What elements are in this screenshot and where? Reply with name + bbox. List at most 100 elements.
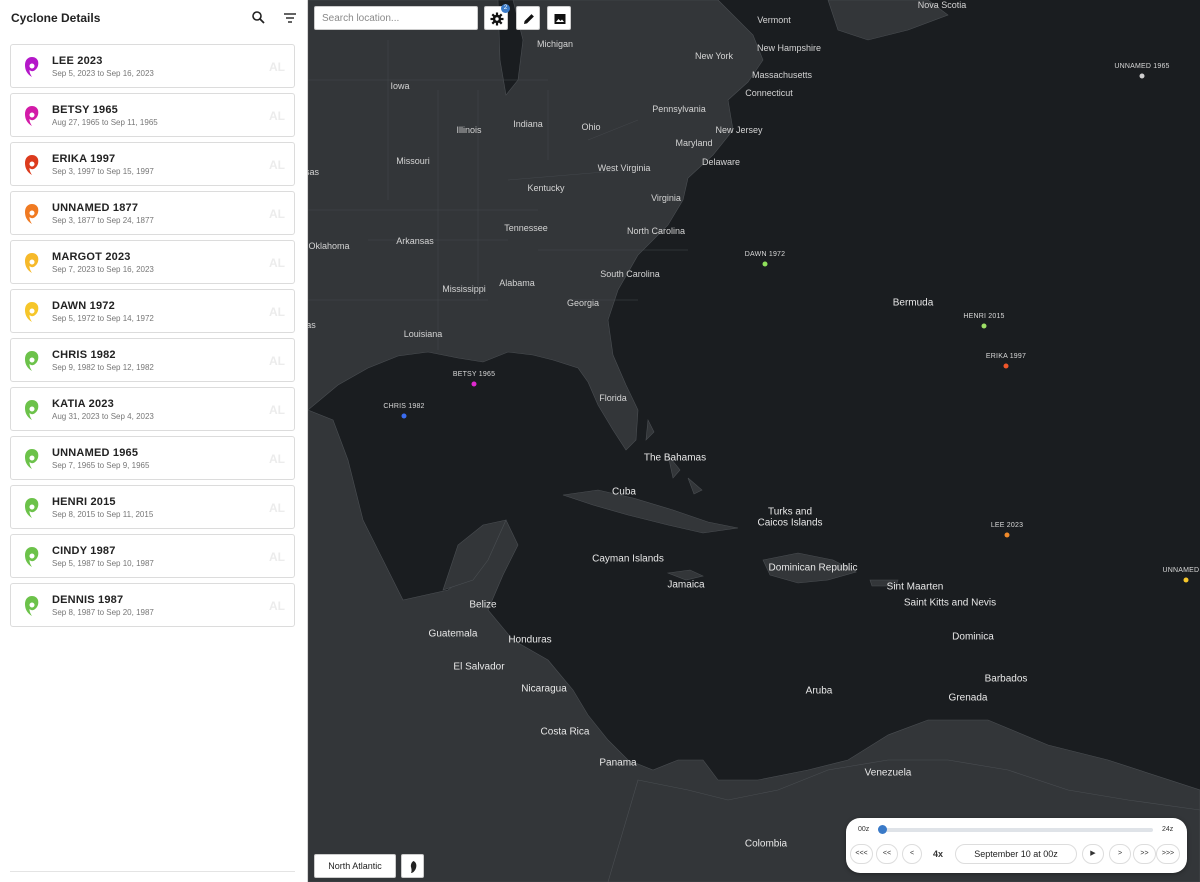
step-forward-button[interactable]: >> bbox=[1133, 844, 1156, 864]
map-place-label: Illinois bbox=[456, 125, 482, 135]
gear-icon bbox=[490, 12, 504, 26]
basin-select-button[interactable]: North Atlantic bbox=[314, 854, 396, 878]
sidebar-search-button[interactable] bbox=[250, 9, 268, 27]
storm-card[interactable]: CHRIS 1982 Sep 9, 1982 to Sep 12, 1982 AL bbox=[10, 338, 295, 382]
step-forward-button[interactable]: > bbox=[1109, 844, 1131, 864]
storm-dates: Sep 5, 1972 to Sep 14, 1972 bbox=[52, 314, 154, 323]
map-place-label: Barbados bbox=[984, 673, 1028, 685]
storm-layer-button[interactable] bbox=[401, 854, 424, 878]
time-slider-track[interactable] bbox=[882, 828, 1153, 832]
map-place-label: Alabama bbox=[499, 278, 535, 288]
map-place-label: Nova Scotia bbox=[917, 0, 967, 10]
map-place-label: Dominican Republic bbox=[768, 562, 858, 574]
cyclone-icon bbox=[25, 449, 39, 469]
map-place-label: Oklahoma bbox=[308, 241, 350, 251]
storm-marker[interactable] bbox=[1004, 532, 1010, 538]
storm-card[interactable]: HENRI 2015 Sep 8, 2015 to Sep 11, 2015 AL bbox=[10, 485, 295, 529]
map-place-label: Indiana bbox=[513, 119, 543, 129]
cyclone-icon bbox=[25, 204, 39, 224]
storm-marker[interactable] bbox=[762, 261, 768, 267]
step-back-button[interactable]: < bbox=[902, 844, 922, 864]
storm-dates: Aug 31, 2023 to Sep 4, 2023 bbox=[52, 412, 154, 421]
map-place-label: sas bbox=[308, 167, 320, 177]
map-place-label: Virginia bbox=[651, 193, 681, 203]
storm-name: HENRI 2015 bbox=[52, 496, 116, 508]
storm-basin: AL bbox=[269, 305, 285, 319]
storm-card[interactable]: BETSY 1965 Aug 27, 1965 to Sep 11, 1965 AL bbox=[10, 93, 295, 137]
storm-card[interactable]: ERIKA 1997 Sep 3, 1997 to Sep 15, 1997 AL bbox=[10, 142, 295, 186]
storm-basin: AL bbox=[269, 354, 285, 368]
map-place-label: Colombia bbox=[744, 838, 788, 850]
screenshot-button[interactable] bbox=[547, 6, 571, 30]
storm-marker[interactable] bbox=[401, 413, 407, 419]
storm-card[interactable]: LEE 2023 Sep 5, 2023 to Sep 16, 2023 AL bbox=[10, 44, 295, 88]
map-place-label: Pennsylvania bbox=[652, 104, 706, 114]
storm-marker-label: DAWN 1972 bbox=[744, 251, 786, 258]
storm-marker-label: CHRIS 1982 bbox=[383, 403, 425, 410]
location-search-input[interactable] bbox=[314, 6, 478, 30]
storm-marker[interactable] bbox=[471, 381, 477, 387]
cyclone-icon bbox=[25, 596, 39, 616]
storm-card[interactable]: KATIA 2023 Aug 31, 2023 to Sep 4, 2023 AL bbox=[10, 387, 295, 431]
map-place-label: Florida bbox=[599, 393, 627, 403]
storm-marker-label: HENRI 2015 bbox=[963, 313, 1005, 320]
map-place-label: Vermont bbox=[757, 15, 791, 25]
time-end-label: 24z bbox=[1162, 826, 1174, 833]
map-place-label: Missouri bbox=[396, 156, 430, 166]
map-place-label: North Carolina bbox=[626, 226, 686, 236]
storm-card[interactable]: DAWN 1972 Sep 5, 1972 to Sep 14, 1972 AL bbox=[10, 289, 295, 333]
step-forward-button[interactable]: >>> bbox=[1156, 844, 1180, 864]
storm-card[interactable]: UNNAMED 1877 Sep 3, 1877 to Sep 24, 1877 A… bbox=[10, 191, 295, 235]
playback-speed-button[interactable]: 4x bbox=[927, 844, 949, 864]
storm-marker[interactable] bbox=[981, 323, 987, 329]
storm-basin: AL bbox=[269, 109, 285, 123]
cyclone-icon bbox=[25, 253, 39, 273]
storm-marker[interactable] bbox=[1183, 577, 1189, 583]
storm-name: DAWN 1972 bbox=[52, 300, 115, 312]
map-place-label: Maryland bbox=[675, 138, 713, 148]
sidebar-filter-button[interactable] bbox=[281, 9, 299, 27]
cyclone-icon bbox=[25, 351, 39, 371]
map-place-label: The Bahamas bbox=[643, 452, 707, 464]
cyclone-icon bbox=[25, 400, 39, 420]
pencil-icon bbox=[524, 14, 534, 24]
storm-basin: AL bbox=[269, 256, 285, 270]
storm-dates: Sep 7, 1965 to Sep 9, 1965 bbox=[52, 461, 150, 470]
step-back-button[interactable]: << bbox=[876, 844, 898, 864]
sidebar-title: Cyclone Details bbox=[11, 11, 101, 25]
map-place-label: Iowa bbox=[390, 81, 410, 91]
filter-icon bbox=[284, 13, 296, 23]
map-place-label: Honduras bbox=[508, 634, 552, 646]
map-place-label: Delaware bbox=[701, 157, 741, 167]
storm-dates: Sep 5, 2023 to Sep 16, 2023 bbox=[52, 69, 154, 78]
map-place-label: Sint Maarten bbox=[886, 581, 944, 593]
sidebar: Cyclone Details LEE 2023 Sep 5, 2023 to S… bbox=[0, 0, 308, 882]
map-canvas[interactable]: Nova Scotia Vermont Michigan New York New Ha… bbox=[308, 0, 1200, 882]
time-slider-thumb[interactable] bbox=[878, 825, 887, 834]
storm-card[interactable]: MARGOT 2023 Sep 7, 2023 to Sep 16, 2023 AL bbox=[10, 240, 295, 284]
storm-card[interactable]: CINDY 1987 Sep 5, 1987 to Sep 10, 1987 AL bbox=[10, 534, 295, 578]
map-place-label: Nicaragua bbox=[521, 683, 567, 695]
storm-marker-label: BETSY 1965 bbox=[452, 371, 496, 378]
map-place-label: Massachusetts bbox=[751, 70, 813, 80]
storm-dates: Sep 8, 1987 to Sep 20, 1987 bbox=[52, 608, 154, 617]
map-place-label: Connecticut bbox=[745, 88, 793, 98]
storm-name: KATIA 2023 bbox=[52, 398, 114, 410]
storm-marker-label: ERIKA 1997 bbox=[985, 353, 1027, 360]
map-place-label: Dominica bbox=[952, 631, 994, 643]
storm-marker[interactable] bbox=[1003, 363, 1009, 369]
storm-name: ERIKA 1997 bbox=[52, 153, 116, 165]
storm-dates: Sep 5, 1987 to Sep 10, 1987 bbox=[52, 559, 154, 568]
storm-card[interactable]: UNNAMED 1965 Sep 7, 1965 to Sep 9, 1965 AL bbox=[10, 436, 295, 480]
map-place-label: Cayman Islands bbox=[592, 553, 664, 565]
map-place-label: Bermuda bbox=[892, 297, 934, 309]
storm-marker-label: LEE 2023 bbox=[990, 522, 1024, 529]
step-back-button[interactable]: <<< bbox=[850, 844, 873, 864]
play-button[interactable]: ▶ bbox=[1082, 844, 1104, 864]
map-place-label: South Carolina bbox=[600, 269, 660, 279]
draw-button[interactable] bbox=[516, 6, 540, 30]
storm-card[interactable]: DENNIS 1987 Sep 8, 1987 to Sep 20, 1987 AL bbox=[10, 583, 295, 627]
storm-marker[interactable] bbox=[1139, 73, 1145, 79]
cyclone-icon bbox=[25, 547, 39, 567]
storm-basin: AL bbox=[269, 452, 285, 466]
